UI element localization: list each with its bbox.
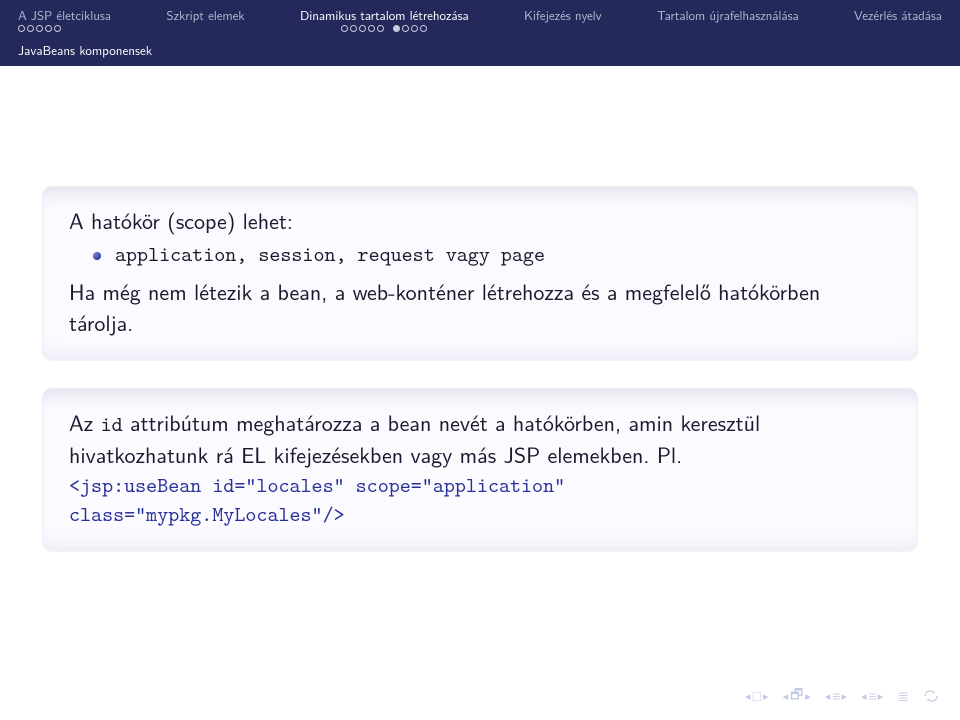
progress-dots xyxy=(18,25,61,32)
nav-item-lifecycle[interactable]: A JSP életciklusa xyxy=(18,6,111,39)
cycle-icon xyxy=(922,689,940,703)
nav-item-dynamic[interactable]: Dinamikus tartalom létrehozása xyxy=(300,6,469,39)
nav-label: Tartalom újrafelhasználása xyxy=(657,6,799,25)
nav-subsection-label: JavaBeans komponensek xyxy=(18,41,152,60)
block-id-attr: Az id attribútum meghatározza a bean nev… xyxy=(42,388,918,552)
nav-cycle-button[interactable] xyxy=(922,689,940,703)
nav-end-button[interactable]: ≣ xyxy=(897,686,908,706)
bullet-text: application, session, request vagy page xyxy=(115,240,545,270)
slide-body: A hatókör (scope) lehet: application, se… xyxy=(0,66,960,551)
inline-code: id xyxy=(101,410,123,438)
code-line: class="mypkg.MyLocales"/> xyxy=(69,500,891,530)
nav-item-control[interactable]: Vezérlés átadása xyxy=(854,6,942,39)
text: attribútum meghatározza a bean nevét a h… xyxy=(69,406,760,471)
triangle-left-icon: ◂ xyxy=(783,688,789,704)
nav-label: Vezérlés átadása xyxy=(854,6,942,25)
nav-label: Szkript elemek xyxy=(166,6,244,25)
nav-sections: A JSP életciklusa Szkript elemek Dinamik… xyxy=(0,0,960,39)
triangle-right-icon: ▸ xyxy=(805,688,811,704)
nav-label: Dinamikus tartalom létrehozása xyxy=(300,6,469,25)
block-tail: Ha még nem létezik a bean, a web-konténe… xyxy=(69,276,891,338)
text: Az xyxy=(69,406,101,438)
nav-first-button[interactable]: ◂ □ ▸ xyxy=(745,686,769,706)
triangle-left-icon: ◂ xyxy=(825,688,831,704)
nav-label: Kifejezés nyelv xyxy=(524,6,602,25)
slide-header: A JSP életciklusa Szkript elemek Dinamik… xyxy=(0,0,960,66)
triangle-right-icon: ▸ xyxy=(763,688,769,704)
nav-prev-section-button[interactable]: ◂ 🗗 ▸ xyxy=(783,684,811,708)
triangle-right-icon: ▸ xyxy=(842,688,848,704)
progress-dots xyxy=(524,27,530,39)
block-lead: A hatókör (scope) lehet: xyxy=(69,205,891,236)
progress-dots xyxy=(657,27,663,39)
bars-icon: ≡ xyxy=(832,686,839,706)
nav-item-reuse[interactable]: Tartalom újrafelhasználása xyxy=(657,6,799,39)
code-line: <jsp:useBean id="locales" scope="applica… xyxy=(69,471,891,501)
bullet-item: application, session, request vagy page xyxy=(69,240,891,270)
nav-label: A JSP életciklusa xyxy=(18,6,111,25)
triangle-left-icon: ◂ xyxy=(745,688,751,704)
section-icon: 🗗 xyxy=(790,684,803,708)
progress-dots xyxy=(341,25,427,32)
nav-item-el[interactable]: Kifejezés nyelv xyxy=(524,6,602,39)
nav-subsection[interactable]: JavaBeans komponensek xyxy=(0,39,960,66)
triangle-left-icon: ◂ xyxy=(861,688,867,704)
bars-icon: ≡ xyxy=(869,686,876,706)
beamer-nav-controls: ◂ □ ▸ ◂ 🗗 ▸ ◂ ≡ ▸ ◂ ≡ ▸ ≣ xyxy=(745,684,940,708)
block-scope: A hatókör (scope) lehet: application, se… xyxy=(42,186,918,360)
block-paragraph: Az id attribútum meghatározza a bean nev… xyxy=(69,407,891,471)
progress-dots xyxy=(166,27,172,39)
triangle-right-icon: ▸ xyxy=(878,688,884,704)
progress-dots xyxy=(854,27,860,39)
bullet-icon xyxy=(93,252,101,260)
nav-item-script[interactable]: Szkript elemek xyxy=(166,6,244,39)
frame-icon: □ xyxy=(753,686,761,706)
nav-next-button[interactable]: ◂ ≡ ▸ xyxy=(861,686,883,706)
nav-prev-button[interactable]: ◂ ≡ ▸ xyxy=(825,686,847,706)
bars-icon: ≣ xyxy=(897,686,908,706)
